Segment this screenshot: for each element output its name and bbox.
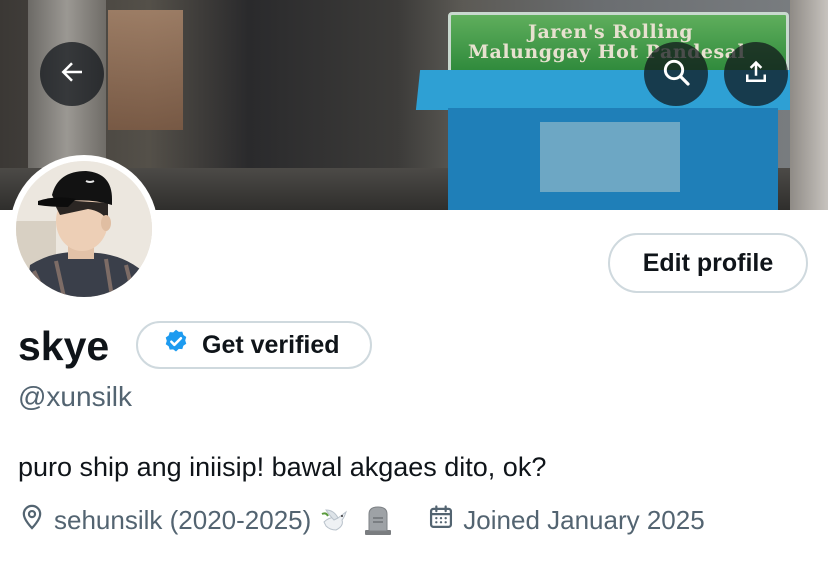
location-text: sehunsilk (2020-2025) — [54, 504, 312, 535]
dove-emoji — [319, 503, 353, 537]
banner-sign-line2: Malunggay Hot Pandesal — [468, 41, 746, 63]
share-icon — [741, 57, 771, 92]
banner-sign-line1: Jaren's Rolling — [528, 21, 694, 43]
location-pin-icon — [18, 503, 46, 538]
joined-date: Joined January 2025 — [463, 504, 705, 535]
avatar[interactable] — [16, 161, 152, 297]
joined-item: Joined January 2025 — [427, 503, 705, 538]
arrow-left-icon — [57, 57, 87, 92]
share-button[interactable] — [724, 42, 788, 106]
verified-badge-icon — [162, 328, 190, 363]
location-item: sehunsilk (2020-2025) — [18, 503, 395, 538]
profile-bio: puro ship ang iniisip! bawal akgaes dito… — [18, 452, 547, 482]
search-button[interactable] — [644, 42, 708, 106]
banner-store-sign — [108, 10, 183, 130]
calendar-icon — [427, 503, 455, 538]
avatar-ring — [10, 155, 158, 303]
banner-pole-right — [790, 0, 828, 210]
back-button[interactable] — [40, 42, 104, 106]
banner-cart-window — [540, 122, 680, 192]
profile-meta: sehunsilk (2020-2025) Joined January 202… — [18, 502, 705, 538]
display-name: skye — [18, 323, 110, 369]
get-verified-button[interactable]: Get verified — [136, 321, 372, 369]
search-icon — [660, 56, 692, 93]
get-verified-label: Get verified — [202, 330, 340, 359]
headstone-emoji — [361, 503, 395, 537]
user-handle: @xunsilk — [18, 381, 133, 412]
edit-profile-button[interactable]: Edit profile — [608, 233, 808, 293]
banner-cart-sign-text: Jaren's Rolling Malunggay Hot Pandesal — [468, 22, 768, 62]
